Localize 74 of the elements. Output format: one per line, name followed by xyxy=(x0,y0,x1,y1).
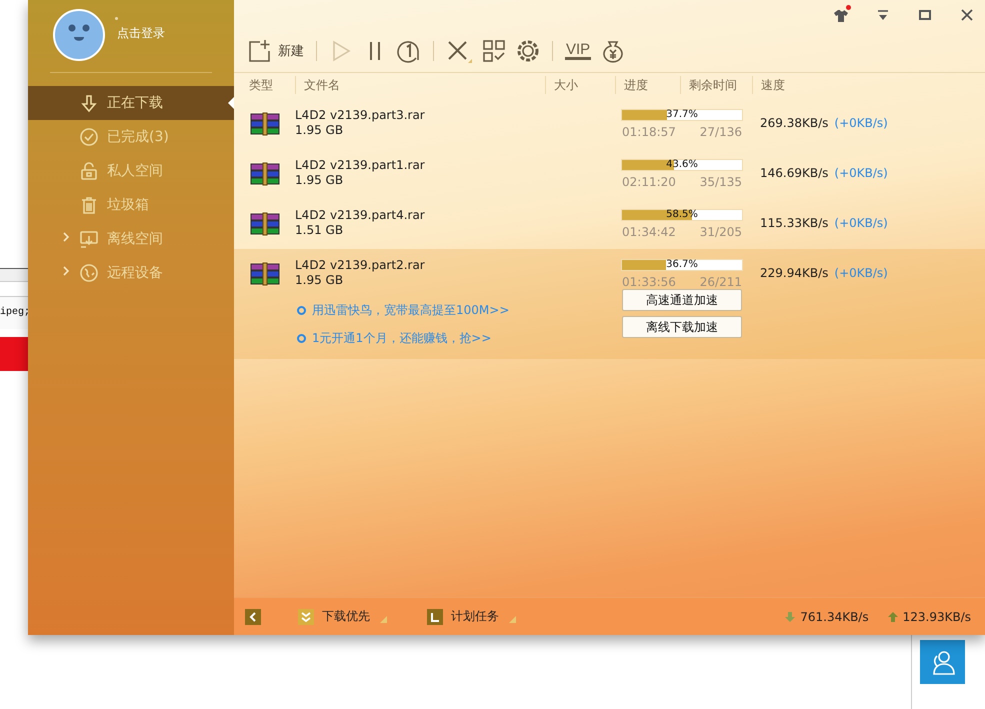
file-name: L4D2 v2139.part2.rar xyxy=(295,258,426,273)
file-name: L4D2 v2139.part4.rar xyxy=(295,208,426,223)
bullet-icon xyxy=(297,334,306,343)
close-icon[interactable] xyxy=(959,7,975,23)
money-bag-icon[interactable] xyxy=(601,39,626,63)
file-size: 1.51 GB xyxy=(295,223,344,238)
book-stack-icon xyxy=(250,262,280,286)
maximize-icon[interactable] xyxy=(917,7,933,23)
progress-percent: 36.7% xyxy=(665,259,699,271)
total-upload-speed: 123.93KB/s xyxy=(902,610,971,624)
file-name: L4D2 v2139.part1.rar xyxy=(295,158,426,173)
background-window-bar xyxy=(0,268,28,282)
notification-dot xyxy=(846,5,851,10)
close-icon[interactable] xyxy=(446,39,472,63)
book-stack-icon xyxy=(250,162,280,186)
monitor-download-icon xyxy=(79,229,99,249)
accelerate-button[interactable]: 离线下载加速 xyxy=(622,316,742,338)
time-left: 02:11:20 xyxy=(622,175,676,189)
back-button[interactable] xyxy=(245,608,261,624)
new-task-icon[interactable] xyxy=(247,39,271,63)
column-header: 类型 xyxy=(248,77,274,94)
speed-boost: (+0KB/s) xyxy=(834,266,888,280)
column-header: 剩余时间 xyxy=(680,76,752,94)
column-header: 进度 xyxy=(615,76,680,94)
schedule-icon xyxy=(427,608,443,624)
book-stack-icon xyxy=(250,212,280,236)
download-speed: 115.33KB/s xyxy=(760,216,828,230)
column-header: 文件名 xyxy=(295,76,545,94)
background-window-text: ipeg; xyxy=(0,296,28,329)
check-circle-icon xyxy=(79,127,99,147)
pieces-count: 31/205 xyxy=(700,225,742,239)
pieces-count: 27/136 xyxy=(700,125,742,139)
new-task-button[interactable]: 新建 xyxy=(247,38,304,64)
speed-boost: (+0KB/s) xyxy=(834,116,888,130)
download-speed: 269.38KB/s xyxy=(760,116,828,130)
column-header: 速度 xyxy=(752,76,985,94)
status-dot xyxy=(115,17,118,20)
chevron-left-icon xyxy=(248,610,258,622)
skin-icon[interactable] xyxy=(833,7,849,23)
vip-button[interactable]: VIP xyxy=(565,38,592,64)
pieces-count: 26/211 xyxy=(700,275,742,289)
bullet-icon xyxy=(297,306,306,315)
speed-boost: (+0KB/s) xyxy=(834,216,888,230)
total-download-speed: 761.34KB/s xyxy=(800,610,869,624)
numbered-circle-icon[interactable] xyxy=(397,39,421,63)
time-left: 01:34:42 xyxy=(622,225,676,239)
time-left: 01:33:56 xyxy=(622,275,676,289)
download-arrow-icon xyxy=(79,93,99,113)
download-arrow-icon xyxy=(784,610,796,622)
book-stack-icon xyxy=(250,112,280,136)
pieces-count: 35/135 xyxy=(700,175,742,189)
time-left: 01:18:57 xyxy=(622,125,676,139)
file-size: 1.95 GB xyxy=(295,123,344,138)
status-bar-button[interactable]: 下载优先 xyxy=(298,608,387,625)
banner-fragment xyxy=(0,337,28,371)
download-speed: 229.94KB/s xyxy=(760,266,828,280)
column-header: 大小 xyxy=(545,76,615,94)
sidebar-item[interactable]: 正在下载 xyxy=(28,86,234,120)
double-chevron-icon xyxy=(298,608,314,624)
file-size: 1.95 GB xyxy=(295,173,344,188)
grid-check-icon[interactable] xyxy=(482,39,506,63)
gear-icon[interactable] xyxy=(516,39,540,63)
trash-icon xyxy=(79,195,99,215)
avatar-icon[interactable] xyxy=(53,9,105,61)
lock-icon xyxy=(79,161,99,181)
file-size: 1.95 GB xyxy=(295,273,344,288)
file-name: L4D2 v2139.part3.rar xyxy=(295,108,426,123)
download-speed: 146.69KB/s xyxy=(760,166,828,180)
status-bar-button[interactable]: 计划任务 xyxy=(427,608,516,625)
contact-button[interactable] xyxy=(920,640,965,684)
speed-boost: (+0KB/s) xyxy=(834,166,888,180)
upload-arrow-icon xyxy=(886,610,899,622)
download-row[interactable]: L4D2 v2139.part2.rar 1.95 GB 36.7% 01:33:56 26/211 229.94KB/s (+0KB/s) 用迅雷快鸟，宽带最高提至100M>> 1元开通1个月，还能赚钱，抢>> 高速通道加速 离线下载加速 xyxy=(234,249,985,359)
accelerate-button[interactable]: 高速通道加速 xyxy=(622,289,742,311)
